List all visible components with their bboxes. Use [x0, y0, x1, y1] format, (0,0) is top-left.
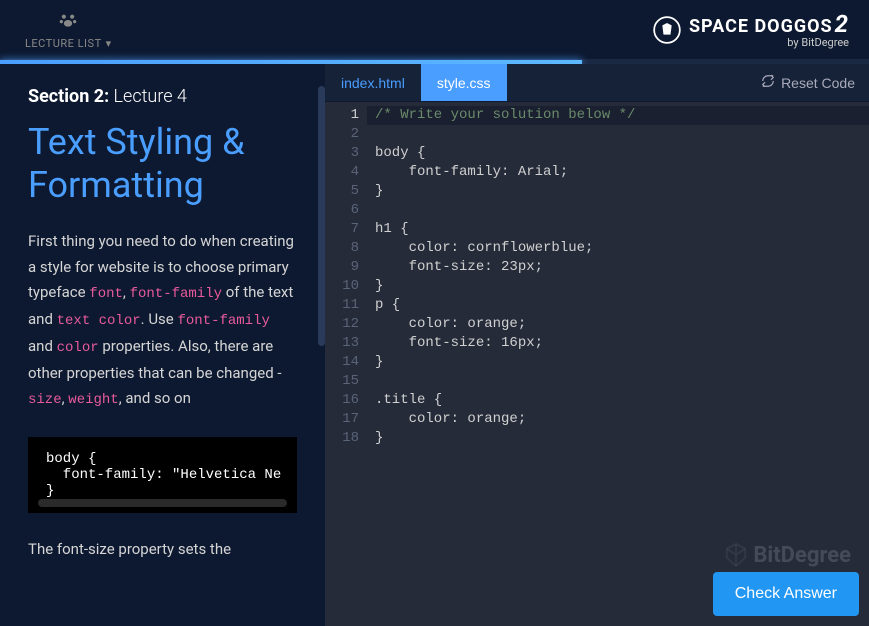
code-line[interactable]: .title {	[375, 391, 861, 410]
code-line[interactable]: p {	[375, 296, 861, 315]
code-line[interactable]: }	[375, 182, 861, 201]
line-gutter: 123456789101112131415161718	[325, 102, 367, 626]
main-content: Section 2: Lecture 4 Text Styling & Form…	[0, 64, 869, 626]
code-line[interactable]: }	[375, 429, 861, 448]
section-label: Section 2: Lecture 4	[28, 86, 297, 107]
section-number: Section 2:	[28, 86, 109, 107]
code-line[interactable]: h1 {	[375, 220, 861, 239]
check-answer-button[interactable]: Check Answer	[713, 572, 859, 616]
code-line[interactable]: }	[375, 353, 861, 372]
lecture-list-button[interactable]: LECTURE LIST ▾	[25, 10, 112, 50]
lecture-number: Lecture 4	[109, 86, 187, 107]
code-line[interactable]: font-size: 16px;	[375, 334, 861, 353]
code-body[interactable]: /* Write your solution below */ body { f…	[367, 102, 869, 626]
brand-logo: SPACE DOGGOS 2 by BitDegree	[653, 10, 849, 49]
lesson-sidebar: Section 2: Lecture 4 Text Styling & Form…	[0, 64, 325, 626]
chevron-down-icon: ▾	[106, 37, 112, 50]
brand-version: 2	[835, 10, 849, 38]
code-line[interactable]	[375, 372, 861, 391]
reset-code-button[interactable]: Reset Code	[747, 64, 869, 101]
code-line[interactable]: color: orange;	[375, 315, 861, 334]
code-line[interactable]	[375, 201, 861, 220]
lecture-list-label: LECTURE LIST	[25, 37, 102, 50]
code-line[interactable]: font-size: 23px;	[375, 258, 861, 277]
reset-icon	[761, 74, 775, 91]
lesson-paragraph-1: First thing you need to do when creating…	[28, 229, 297, 413]
sidebar-scrollbar[interactable]	[318, 86, 325, 346]
code-line[interactable]: font-family: Arial;	[375, 163, 861, 182]
code-line[interactable]: /* Write your solution below */	[367, 106, 869, 125]
editor-tab-bar: index.htmlstyle.css Reset Code	[325, 64, 869, 102]
code-line[interactable]: color: orange;	[375, 410, 861, 429]
code-editor[interactable]: 123456789101112131415161718 /* Write you…	[325, 102, 869, 626]
tab-index-html[interactable]: index.html	[325, 64, 421, 101]
paw-icon	[58, 10, 78, 35]
lesson-paragraph-2: The font-size property sets the	[28, 537, 297, 563]
editor-tabs: index.htmlstyle.css	[325, 64, 507, 101]
tab-style-css[interactable]: style.css	[421, 64, 507, 101]
code-editor-pane: index.htmlstyle.css Reset Code 123456789…	[325, 64, 869, 626]
code-line[interactable]: }	[375, 277, 861, 296]
keyword-font-size: font-size	[57, 540, 115, 558]
code-line[interactable]: body {	[375, 144, 861, 163]
lesson-title: Text Styling & Formatting	[28, 121, 297, 207]
brand-subtitle: by BitDegree	[787, 36, 849, 49]
code-line[interactable]	[375, 125, 861, 144]
doggo-icon	[653, 16, 681, 44]
brand-title: SPACE DOGGOS	[689, 16, 833, 37]
reset-label: Reset Code	[781, 75, 855, 91]
app-header: LECTURE LIST ▾ SPACE DOGGOS 2 by BitDegr…	[0, 0, 869, 60]
code-sample-block: body { font-family: "Helvetica Ne }	[28, 437, 297, 513]
code-line[interactable]: color: cornflowerblue;	[375, 239, 861, 258]
